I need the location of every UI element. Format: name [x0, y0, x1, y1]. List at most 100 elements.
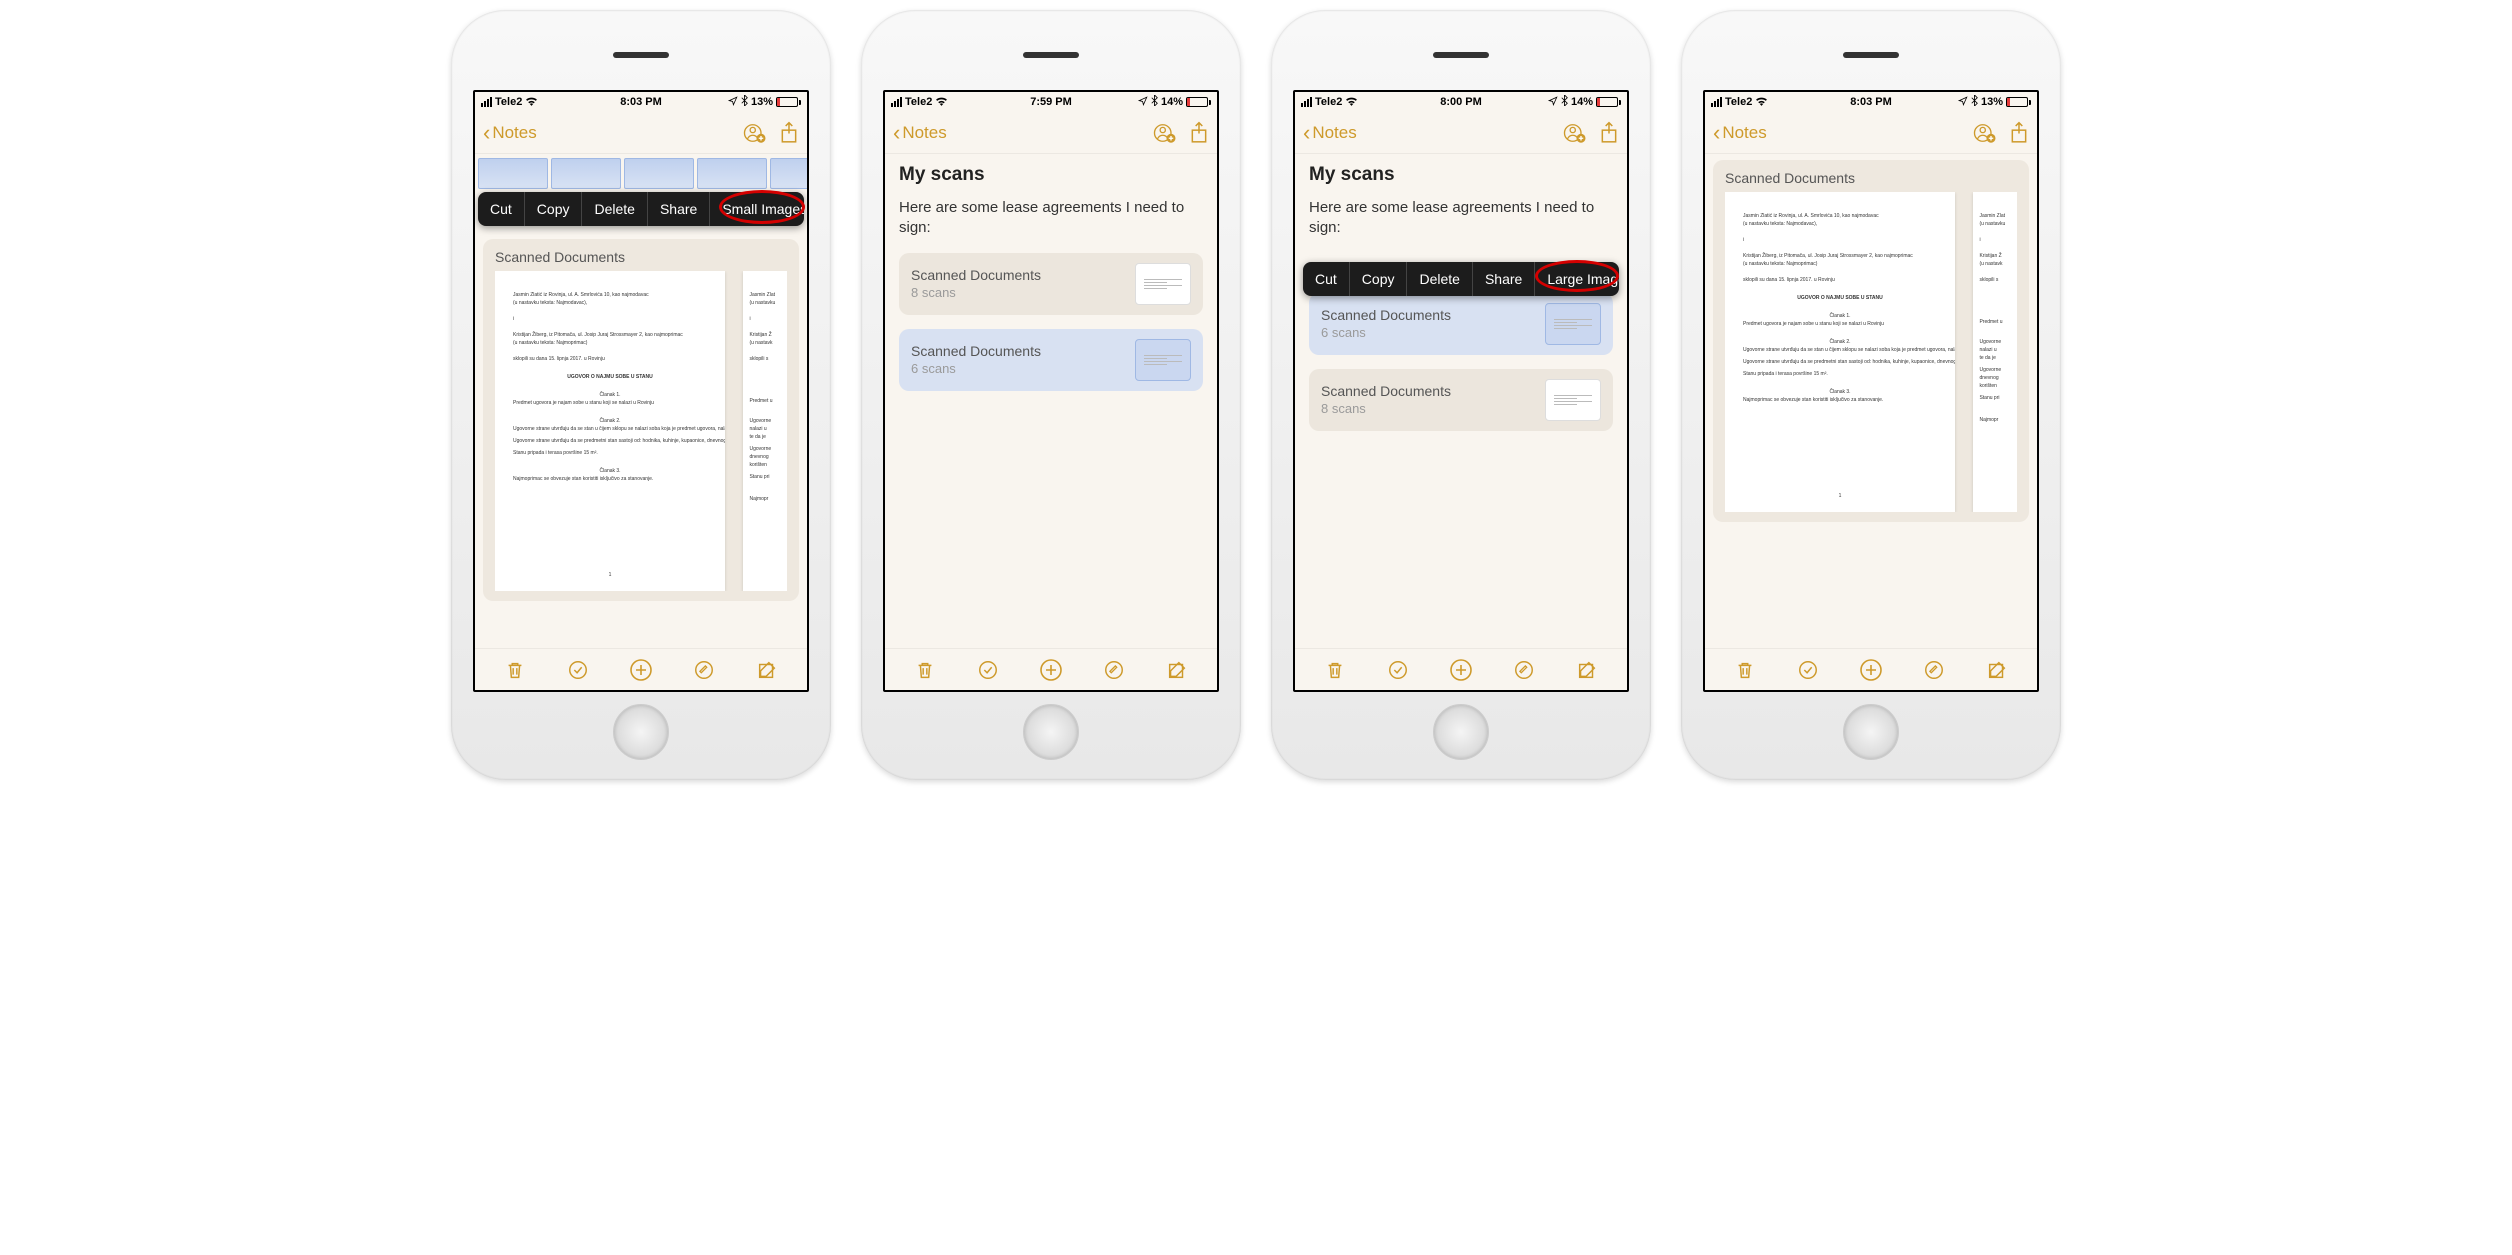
clock: 8:03 PM: [1850, 96, 1892, 108]
nav-bar: ‹Notes: [1295, 112, 1627, 154]
scan-row-title: Scanned Documents: [911, 267, 1041, 283]
nav-bar: ‹Notes: [1705, 112, 2037, 154]
ctx-copy[interactable]: Copy: [525, 192, 583, 226]
iphone-frame: Tele2 7:59 PM 14% ‹Notes My scans Here a…: [861, 10, 1241, 780]
carrier-label: Tele2: [495, 96, 522, 108]
location-icon: [1958, 96, 1968, 109]
note-text: Here are some lease agreements I need to…: [1309, 198, 1613, 239]
scan-row-title: Scanned Documents: [1321, 307, 1451, 323]
iphone-frame: Tele2 8:03 PM 13% ‹: [451, 10, 831, 780]
trash-icon[interactable]: [912, 657, 938, 683]
battery-pct: 14%: [1571, 96, 1593, 108]
checklist-icon[interactable]: [565, 657, 591, 683]
ctx-delete[interactable]: Delete: [1407, 262, 1472, 296]
compose-icon[interactable]: [754, 657, 780, 683]
signal-icon: [481, 97, 492, 107]
add-icon[interactable]: [1858, 657, 1884, 683]
wifi-icon: [1345, 96, 1358, 109]
clock: 7:59 PM: [1030, 96, 1072, 108]
selection-thumb[interactable]: [697, 158, 767, 189]
doc-page-partial[interactable]: Jasmin Zlat(u nastavku i Kristijan Ž(u n…: [1973, 192, 2017, 512]
back-button[interactable]: ‹Notes: [1303, 123, 1357, 143]
bottom-toolbar: [1705, 648, 2037, 690]
battery-pct: 13%: [751, 96, 773, 108]
trash-icon[interactable]: [502, 657, 528, 683]
scan-attachment-row[interactable]: Scanned Documents 8 scans: [1309, 369, 1613, 431]
doc-pages-scroll[interactable]: Jasmin Zlatić iz Rovinja, ul. A. Smrlovi…: [1725, 192, 2017, 512]
back-label: Notes: [1312, 123, 1356, 143]
selection-thumb[interactable]: [551, 158, 621, 189]
ctx-cut[interactable]: Cut: [478, 192, 525, 226]
scan-row-title: Scanned Documents: [911, 343, 1041, 359]
share-icon[interactable]: [779, 121, 799, 145]
iphone-frame: Tele2 8:03 PM 13% ‹Notes Scanned Documen…: [1681, 10, 2061, 780]
scan-row-title: Scanned Documents: [1321, 383, 1451, 399]
compose-icon[interactable]: [1574, 657, 1600, 683]
ctx-large-images[interactable]: Large Images: [1535, 262, 1619, 296]
back-button[interactable]: ‹ Notes: [483, 123, 537, 143]
scan-attachment-row[interactable]: Scanned Documents 8 scans: [899, 253, 1203, 315]
clock: 8:00 PM: [1440, 96, 1482, 108]
screen: Tele2 7:59 PM 14% ‹Notes My scans Here a…: [883, 90, 1219, 692]
bluetooth-icon: [1561, 95, 1568, 109]
bluetooth-icon: [741, 95, 748, 109]
selection-thumb[interactable]: [770, 158, 807, 189]
add-icon[interactable]: [1038, 657, 1064, 683]
trash-icon[interactable]: [1732, 657, 1758, 683]
ctx-small-images[interactable]: Small Images: [710, 192, 804, 226]
wifi-icon: [525, 96, 538, 109]
share-icon[interactable]: [1599, 121, 1619, 145]
sketch-icon[interactable]: [1921, 657, 1947, 683]
add-person-icon[interactable]: [1563, 121, 1587, 145]
doc-page[interactable]: Jasmin Zlatić iz Rovinja, ul. A. Smrlovi…: [495, 271, 725, 591]
sketch-icon[interactable]: [691, 657, 717, 683]
share-icon[interactable]: [1189, 121, 1209, 145]
add-person-icon[interactable]: [743, 121, 767, 145]
selection-thumb[interactable]: [624, 158, 694, 189]
back-button[interactable]: ‹Notes: [893, 123, 947, 143]
sketch-icon[interactable]: [1101, 657, 1127, 683]
checklist-icon[interactable]: [975, 657, 1001, 683]
ctx-share[interactable]: Share: [648, 192, 710, 226]
add-icon[interactable]: [628, 657, 654, 683]
ctx-share[interactable]: Share: [1473, 262, 1535, 296]
add-icon[interactable]: [1448, 657, 1474, 683]
location-icon: [1548, 96, 1558, 109]
add-person-icon[interactable]: [1153, 121, 1177, 145]
checklist-icon[interactable]: [1795, 657, 1821, 683]
iphone-frame: Tele2 8:00 PM 14% ‹Notes My scans Here a…: [1271, 10, 1651, 780]
scan-attachment-row[interactable]: Scanned Documents 6 scans: [1309, 293, 1613, 355]
signal-icon: [1711, 97, 1722, 107]
doc-page[interactable]: Jasmin Zlatić iz Rovinja, ul. A. Smrlovi…: [1725, 192, 1955, 512]
note-body[interactable]: My scans Here are some lease agreements …: [885, 154, 1217, 415]
battery-pct: 13%: [1981, 96, 2003, 108]
add-person-icon[interactable]: [1973, 121, 1997, 145]
scan-thumbnail: [1135, 263, 1191, 305]
compose-icon[interactable]: [1984, 657, 2010, 683]
selection-thumb[interactable]: [478, 158, 548, 189]
note-title: My scans: [899, 164, 1203, 186]
carrier-label: Tele2: [905, 96, 932, 108]
compose-icon[interactable]: [1164, 657, 1190, 683]
share-icon[interactable]: [2009, 121, 2029, 145]
checklist-icon[interactable]: [1385, 657, 1411, 683]
doc-page-partial[interactable]: Jasmin Zlat(u nastavku i Kristijan Ž(u n…: [743, 271, 787, 591]
trash-icon[interactable]: [1322, 657, 1348, 683]
ctx-cut[interactable]: Cut: [1303, 262, 1350, 296]
status-bar: Tele2 8:03 PM 13%: [475, 92, 807, 112]
scanned-documents-card[interactable]: Scanned Documents Jasmin Zlatić iz Rovin…: [483, 239, 799, 601]
scanned-documents-card[interactable]: Scanned Documents Jasmin Zlatić iz Rovin…: [1713, 160, 2029, 522]
back-button[interactable]: ‹Notes: [1713, 123, 1767, 143]
status-bar: Tele2 7:59 PM 14%: [885, 92, 1217, 112]
sketch-icon[interactable]: [1511, 657, 1537, 683]
screen: Tele2 8:03 PM 13% ‹Notes Scanned Documen…: [1703, 90, 2039, 692]
doc-pages-scroll[interactable]: Jasmin Zlatić iz Rovinja, ul. A. Smrlovi…: [495, 271, 787, 591]
scan-attachment-row[interactable]: Scanned Documents 6 scans: [899, 329, 1203, 391]
battery-icon: [2006, 97, 2031, 107]
clock: 8:03 PM: [620, 96, 662, 108]
scan-row-count: 8 scans: [911, 285, 1041, 300]
ctx-delete[interactable]: Delete: [582, 192, 647, 226]
note-body[interactable]: My scans Here are some lease agreements …: [1295, 154, 1627, 455]
scan-thumbnail: [1545, 303, 1601, 345]
ctx-copy[interactable]: Copy: [1350, 262, 1408, 296]
